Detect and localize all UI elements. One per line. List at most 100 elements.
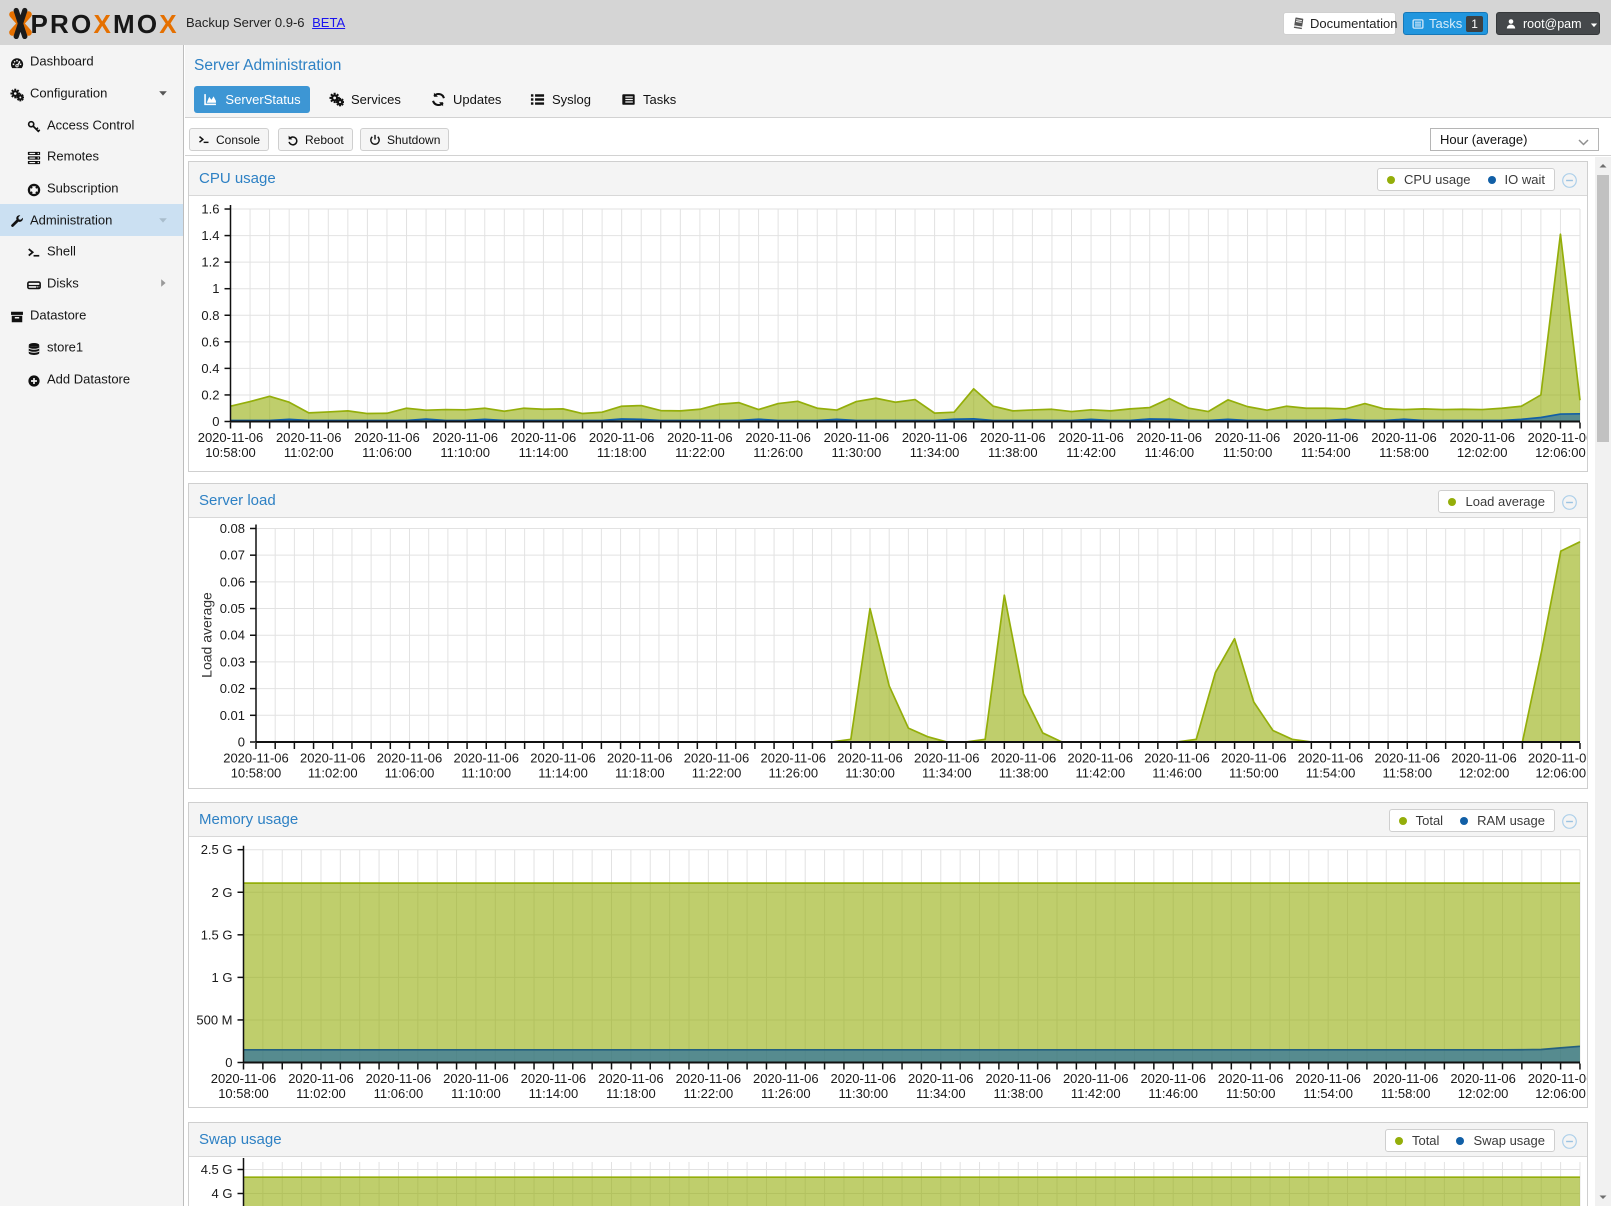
svg-text:12:06:00: 12:06:00 [1535,1086,1586,1101]
svg-text:2020-11-06: 2020-11-06 [288,1071,354,1086]
svg-text:0.02: 0.02 [220,681,245,696]
svg-text:2020-11-06: 2020-11-06 [1215,430,1281,445]
svg-text:11:10:00: 11:10:00 [461,766,511,781]
svg-text:2020-11-06: 2020-11-06 [300,751,366,766]
svg-text:2020-11-06: 2020-11-06 [198,430,264,445]
svg-text:0.8: 0.8 [201,308,219,323]
svg-text:11:14:00: 11:14:00 [519,445,569,460]
svg-text:2020-11-06: 2020-11-06 [980,430,1046,445]
svg-text:2020-11-06: 2020-11-06 [223,751,289,766]
svg-text:11:38:00: 11:38:00 [988,445,1038,460]
svg-text:2020-11-06: 2020-11-06 [1375,751,1441,766]
svg-text:0.4: 0.4 [201,361,219,376]
svg-text:11:18:00: 11:18:00 [615,766,665,781]
svg-text:2020-11-06: 2020-11-06 [908,1071,974,1086]
svg-text:2020-11-06: 2020-11-06 [1373,1071,1439,1086]
svg-text:0.6: 0.6 [201,334,219,349]
svg-text:2020-11-06: 2020-11-06 [667,430,733,445]
svg-text:2020-11-06: 2020-11-06 [276,430,342,445]
svg-text:10:58:00: 10:58:00 [218,1086,269,1101]
svg-text:2020-11-06: 2020-11-06 [745,430,811,445]
svg-text:1.5 G: 1.5 G [201,927,233,942]
svg-text:2020-11-06: 2020-11-06 [831,1071,897,1086]
svg-text:11:30:00: 11:30:00 [832,445,882,460]
svg-text:11:18:00: 11:18:00 [597,445,647,460]
svg-text:12:02:00: 12:02:00 [1458,1086,1509,1101]
svg-text:11:54:00: 11:54:00 [1303,1086,1353,1101]
svg-text:11:38:00: 11:38:00 [999,766,1049,781]
svg-text:500 M: 500 M [196,1012,232,1027]
svg-text:11:02:00: 11:02:00 [296,1086,346,1101]
svg-text:11:18:00: 11:18:00 [606,1086,656,1101]
svg-text:Load average: Load average [199,592,215,678]
svg-text:2020-11-06: 2020-11-06 [598,1071,664,1086]
svg-text:2020-11-06: 2020-11-06 [607,751,673,766]
svg-text:11:02:00: 11:02:00 [308,766,358,781]
svg-text:2020-11-06: 2020-11-06 [1528,751,1587,766]
svg-text:10:58:00: 10:58:00 [231,766,282,781]
svg-text:2020-11-06: 2020-11-06 [1371,430,1437,445]
svg-text:11:22:00: 11:22:00 [684,1086,734,1101]
svg-text:2020-11-06: 2020-11-06 [837,751,903,766]
svg-text:1.2: 1.2 [201,255,219,270]
svg-text:11:26:00: 11:26:00 [768,766,818,781]
svg-text:11:30:00: 11:30:00 [838,1086,888,1101]
svg-text:2020-11-06: 2020-11-06 [366,1071,432,1086]
svg-text:2020-11-06: 2020-11-06 [1449,430,1515,445]
svg-text:11:14:00: 11:14:00 [538,766,588,781]
svg-text:11:58:00: 11:58:00 [1381,1086,1431,1101]
svg-text:2020-11-06: 2020-11-06 [1067,751,1133,766]
svg-text:0.08: 0.08 [220,521,245,536]
svg-text:2020-11-06: 2020-11-06 [1528,430,1587,445]
svg-text:2020-11-06: 2020-11-06 [1218,1071,1284,1086]
svg-text:0.01: 0.01 [220,708,245,723]
svg-text:2020-11-06: 2020-11-06 [985,1071,1051,1086]
svg-text:2020-11-06: 2020-11-06 [377,751,443,766]
svg-text:2020-11-06: 2020-11-06 [684,751,750,766]
svg-text:2020-11-06: 2020-11-06 [1450,1071,1516,1086]
svg-text:1.6: 1.6 [201,202,219,217]
svg-text:2020-11-06: 2020-11-06 [1295,1071,1361,1086]
svg-text:11:54:00: 11:54:00 [1306,766,1356,781]
svg-text:2020-11-06: 2020-11-06 [589,430,655,445]
svg-text:2020-11-06: 2020-11-06 [443,1071,509,1086]
svg-text:2020-11-06: 2020-11-06 [753,1071,819,1086]
svg-text:11:42:00: 11:42:00 [1075,766,1125,781]
svg-text:1 G: 1 G [212,970,233,985]
svg-text:0.05: 0.05 [220,601,245,616]
svg-text:2020-11-06: 2020-11-06 [211,1071,277,1086]
svg-text:11:34:00: 11:34:00 [910,445,960,460]
svg-text:11:50:00: 11:50:00 [1226,1086,1276,1101]
svg-text:11:38:00: 11:38:00 [993,1086,1043,1101]
svg-text:11:26:00: 11:26:00 [753,445,803,460]
svg-text:2020-11-06: 2020-11-06 [1221,751,1287,766]
svg-text:PROXMOX: PROXMOX [31,9,179,39]
svg-text:10:58:00: 10:58:00 [205,445,256,460]
svg-text:0.03: 0.03 [220,654,245,669]
svg-text:11:02:00: 11:02:00 [284,445,334,460]
svg-text:2020-11-06: 2020-11-06 [453,751,519,766]
svg-text:2020-11-06: 2020-11-06 [991,751,1057,766]
svg-text:2020-11-06: 2020-11-06 [432,430,498,445]
svg-text:11:58:00: 11:58:00 [1382,766,1432,781]
svg-text:12:02:00: 12:02:00 [1459,766,1510,781]
svg-text:2020-11-06: 2020-11-06 [1298,751,1364,766]
svg-text:1: 1 [212,281,219,296]
svg-text:11:30:00: 11:30:00 [845,766,895,781]
svg-text:11:06:00: 11:06:00 [385,766,435,781]
svg-text:0.04: 0.04 [220,628,245,643]
svg-text:0: 0 [212,414,219,429]
svg-text:2020-11-06: 2020-11-06 [511,430,577,445]
svg-text:2 G: 2 G [212,885,233,900]
svg-text:11:46:00: 11:46:00 [1144,445,1194,460]
svg-text:11:06:00: 11:06:00 [374,1086,424,1101]
svg-text:2020-11-06: 2020-11-06 [530,751,596,766]
svg-text:12:02:00: 12:02:00 [1457,445,1508,460]
svg-text:11:46:00: 11:46:00 [1152,766,1202,781]
svg-text:12:06:00: 12:06:00 [1535,766,1586,781]
svg-text:2020-11-06: 2020-11-06 [1140,1071,1206,1086]
svg-text:11:42:00: 11:42:00 [1071,1086,1121,1101]
svg-text:2020-11-06: 2020-11-06 [521,1071,587,1086]
svg-text:11:34:00: 11:34:00 [922,766,972,781]
svg-text:11:50:00: 11:50:00 [1229,766,1279,781]
